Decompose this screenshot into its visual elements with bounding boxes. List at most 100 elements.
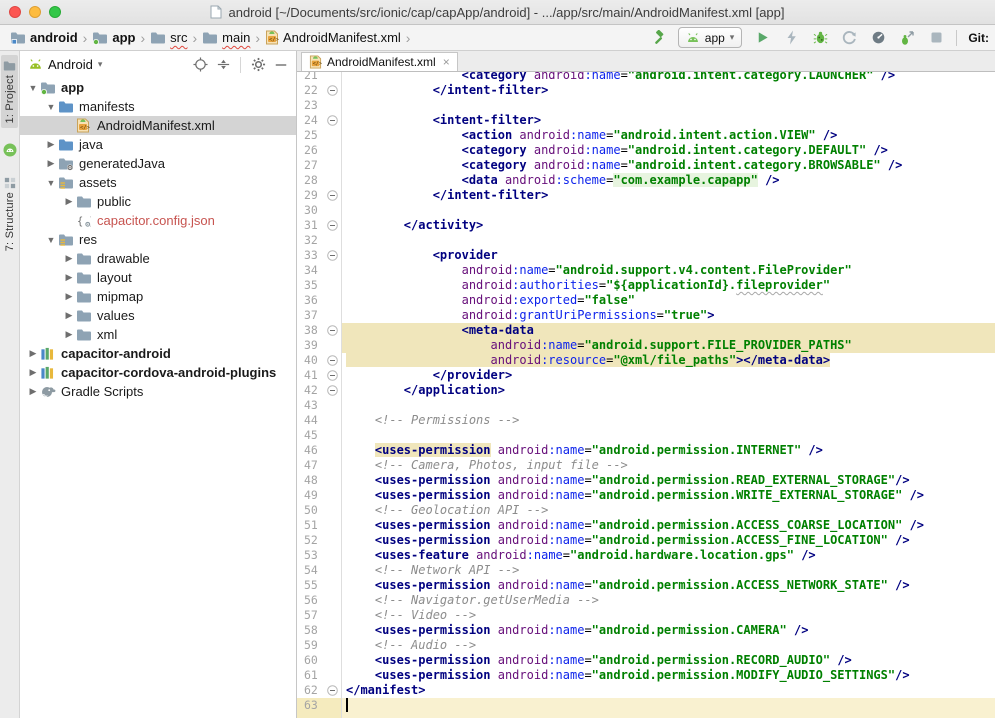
breadcrumb-item-src[interactable]: src bbox=[148, 29, 189, 46]
fold-marker-icon[interactable] bbox=[325, 368, 342, 383]
stop-button[interactable] bbox=[927, 29, 945, 47]
close-tab-icon[interactable]: × bbox=[441, 56, 450, 68]
close-window-button[interactable] bbox=[9, 6, 21, 18]
collapse-all-icon[interactable] bbox=[214, 56, 232, 74]
breadcrumb-item-main[interactable]: main bbox=[200, 29, 252, 46]
code-line-48[interactable]: 48 <uses-permission android:name="androi… bbox=[297, 473, 995, 488]
tree-chevron-right-icon[interactable]: ▶ bbox=[26, 386, 40, 397]
fold-marker-icon[interactable] bbox=[325, 353, 342, 368]
code-line-54[interactable]: 54 <!-- Network API --> bbox=[297, 563, 995, 578]
fold-marker-icon[interactable] bbox=[325, 188, 342, 203]
rail-item-7-structure[interactable]: 7: Structure bbox=[2, 172, 18, 256]
code-line-23[interactable]: 23 bbox=[297, 98, 995, 113]
tree-chevron-down-icon[interactable]: ▼ bbox=[44, 235, 58, 245]
code-line-61[interactable]: 61 <uses-permission android:name="androi… bbox=[297, 668, 995, 683]
code-line-41[interactable]: 41 </provider> bbox=[297, 368, 995, 383]
code-line-22[interactable]: 22 </intent-filter> bbox=[297, 83, 995, 98]
attach-debugger-icon[interactable] bbox=[898, 29, 916, 47]
code-line-39[interactable]: 39 android:name="android.support.FILE_PR… bbox=[297, 338, 995, 353]
code-line-60[interactable]: 60 <uses-permission android:name="androi… bbox=[297, 653, 995, 668]
tree-chevron-right-icon[interactable]: ▶ bbox=[62, 253, 76, 264]
code-line-31[interactable]: 31 </activity> bbox=[297, 218, 995, 233]
tree-chevron-right-icon[interactable]: ▶ bbox=[26, 348, 40, 359]
code-line-55[interactable]: 55 <uses-permission android:name="androi… bbox=[297, 578, 995, 593]
code-line-26[interactable]: 26 <category android:name="android.inten… bbox=[297, 143, 995, 158]
breadcrumb-item-app[interactable]: app bbox=[90, 29, 137, 46]
rail-item-android-badge[interactable] bbox=[1, 138, 19, 162]
code-line-59[interactable]: 59 <!-- Audio --> bbox=[297, 638, 995, 653]
tree-item-capacitor-cordova-android-plugins[interactable]: ▶capacitor-cordova-android-plugins bbox=[20, 363, 296, 382]
code-line-40[interactable]: 40 android:resource="@xml/file_paths"></… bbox=[297, 353, 995, 368]
tree-chevron-down-icon[interactable]: ▼ bbox=[44, 178, 58, 188]
code-line-52[interactable]: 52 <uses-permission android:name="androi… bbox=[297, 533, 995, 548]
code-line-44[interactable]: 44 <!-- Permissions --> bbox=[297, 413, 995, 428]
code-line-43[interactable]: 43 bbox=[297, 398, 995, 413]
tree-item-layout[interactable]: ▶layout bbox=[20, 268, 296, 287]
tree-item-capacitor-config-json[interactable]: { }capacitor.config.json bbox=[20, 211, 296, 230]
tree-chevron-down-icon[interactable]: ▼ bbox=[26, 83, 40, 93]
code-line-49[interactable]: 49 <uses-permission android:name="androi… bbox=[297, 488, 995, 503]
tree-item-java[interactable]: ▶java bbox=[20, 135, 296, 154]
fold-marker-icon[interactable] bbox=[325, 83, 342, 98]
code-line-46[interactable]: 46 <uses-permission android:name="androi… bbox=[297, 443, 995, 458]
breadcrumb-item-android[interactable]: android bbox=[8, 29, 80, 46]
code-line-28[interactable]: 28 <data android:scheme="com.example.cap… bbox=[297, 173, 995, 188]
code-line-57[interactable]: 57 <!-- Video --> bbox=[297, 608, 995, 623]
zoom-window-button[interactable] bbox=[49, 6, 61, 18]
code-line-30[interactable]: 30 bbox=[297, 203, 995, 218]
tree-item-assets[interactable]: ▼assets bbox=[20, 173, 296, 192]
code-line-42[interactable]: 42 </application> bbox=[297, 383, 995, 398]
rail-item-1-project[interactable]: 1: Project bbox=[1, 55, 18, 128]
code-line-51[interactable]: 51 <uses-permission android:name="androi… bbox=[297, 518, 995, 533]
fold-marker-icon[interactable] bbox=[325, 683, 342, 698]
tree-item-drawable[interactable]: ▶drawable bbox=[20, 249, 296, 268]
locate-file-icon[interactable] bbox=[191, 56, 209, 74]
profiler-gauge-icon[interactable] bbox=[869, 29, 887, 47]
code-line-63[interactable]: 63 bbox=[297, 698, 995, 718]
profile-app-icon[interactable] bbox=[840, 29, 858, 47]
tree-item-manifests[interactable]: ▼manifests bbox=[20, 97, 296, 116]
tree-item-gradle-scripts[interactable]: ▶Gradle Scripts bbox=[20, 382, 296, 401]
debug-button[interactable] bbox=[811, 29, 829, 47]
tree-item-values[interactable]: ▶values bbox=[20, 306, 296, 325]
code-line-50[interactable]: 50 <!-- Geolocation API --> bbox=[297, 503, 995, 518]
apply-changes-lightning-icon[interactable] bbox=[782, 29, 800, 47]
code-line-34[interactable]: 34 android:name="android.support.v4.cont… bbox=[297, 263, 995, 278]
tree-item-res[interactable]: ▼res bbox=[20, 230, 296, 249]
tree-chevron-down-icon[interactable]: ▼ bbox=[44, 102, 58, 112]
code-line-21[interactable]: 21 <category android:name="android.inten… bbox=[297, 72, 995, 83]
code-line-33[interactable]: 33 <provider bbox=[297, 248, 995, 263]
run-button[interactable] bbox=[753, 29, 771, 47]
fold-marker-icon[interactable] bbox=[325, 113, 342, 128]
code-line-45[interactable]: 45 bbox=[297, 428, 995, 443]
code-line-62[interactable]: 62</manifest> bbox=[297, 683, 995, 698]
code-line-38[interactable]: 38 <meta-data bbox=[297, 323, 995, 338]
tree-chevron-right-icon[interactable]: ▶ bbox=[44, 158, 58, 169]
tree-item-mipmap[interactable]: ▶mipmap bbox=[20, 287, 296, 306]
tree-item-xml[interactable]: ▶xml bbox=[20, 325, 296, 344]
settings-gear-icon[interactable] bbox=[249, 56, 267, 74]
tree-chevron-right-icon[interactable]: ▶ bbox=[62, 196, 76, 207]
tree-chevron-right-icon[interactable]: ▶ bbox=[62, 272, 76, 283]
hide-panel-icon[interactable] bbox=[272, 56, 290, 74]
code-line-56[interactable]: 56 <!-- Navigator.getUserMedia --> bbox=[297, 593, 995, 608]
code-line-36[interactable]: 36 android:exported="false" bbox=[297, 293, 995, 308]
code-line-35[interactable]: 35 android:authorities="${applicationId}… bbox=[297, 278, 995, 293]
tree-chevron-right-icon[interactable]: ▶ bbox=[26, 367, 40, 378]
run-configuration-select[interactable]: app ▾ bbox=[678, 27, 743, 48]
tree-item-androidmanifest-xml[interactable]: </>AndroidManifest.xml bbox=[20, 116, 296, 135]
tree-chevron-right-icon[interactable]: ▶ bbox=[62, 310, 76, 321]
fold-marker-icon[interactable] bbox=[325, 218, 342, 233]
project-view-selector[interactable]: Android bbox=[48, 57, 93, 72]
tree-item-app[interactable]: ▼app bbox=[20, 78, 296, 97]
minimize-window-button[interactable] bbox=[29, 6, 41, 18]
code-line-29[interactable]: 29 </intent-filter> bbox=[297, 188, 995, 203]
build-hammer-icon[interactable] bbox=[649, 29, 667, 47]
code-line-37[interactable]: 37 android:grantUriPermissions="true"> bbox=[297, 308, 995, 323]
tree-item-generatedjava[interactable]: ▶generatedJava bbox=[20, 154, 296, 173]
code-editor[interactable]: 21 <category android:name="android.inten… bbox=[297, 72, 995, 718]
fold-marker-icon[interactable] bbox=[325, 323, 342, 338]
fold-marker-icon[interactable] bbox=[325, 383, 342, 398]
code-line-27[interactable]: 27 <category android:name="android.inten… bbox=[297, 158, 995, 173]
tree-chevron-right-icon[interactable]: ▶ bbox=[62, 291, 76, 302]
